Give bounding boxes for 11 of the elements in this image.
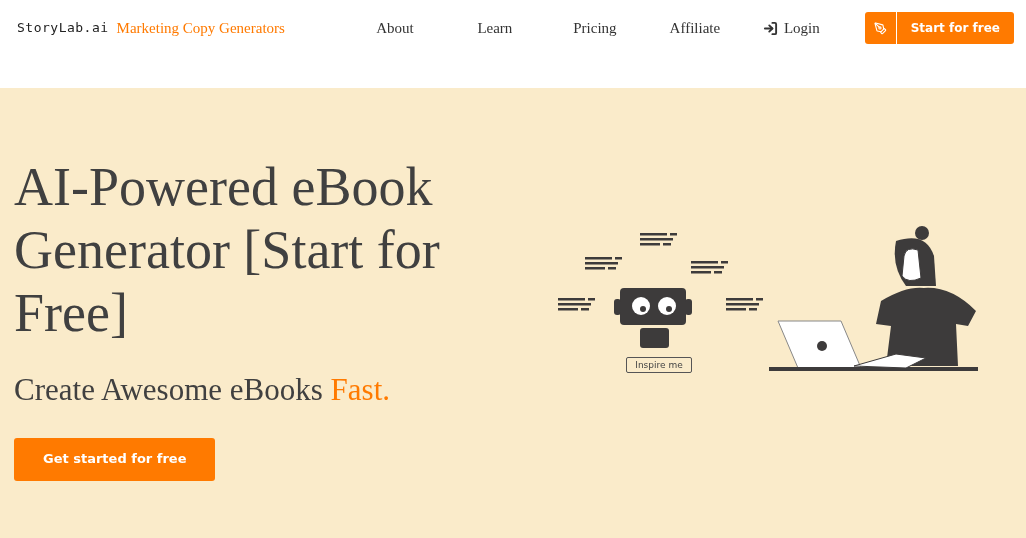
nav-link[interactable]: Pricing — [544, 16, 645, 40]
login-icon — [762, 20, 778, 36]
pen-icon — [873, 21, 887, 35]
login-link[interactable]: Login — [762, 16, 820, 40]
logo[interactable]: StoryLab.ai — [17, 18, 109, 38]
hero-title: AI-Powered eBook Generator [Start for Free] — [14, 156, 441, 345]
hero-subtitle: Create Awesome eBooks Fast. — [14, 371, 391, 409]
inspire-me-label: Inspire me — [626, 357, 692, 373]
nav-link[interactable]: About — [344, 16, 445, 40]
nav-link[interactable]: Learn — [444, 16, 545, 40]
nav-link[interactable]: Affiliate — [644, 16, 745, 40]
